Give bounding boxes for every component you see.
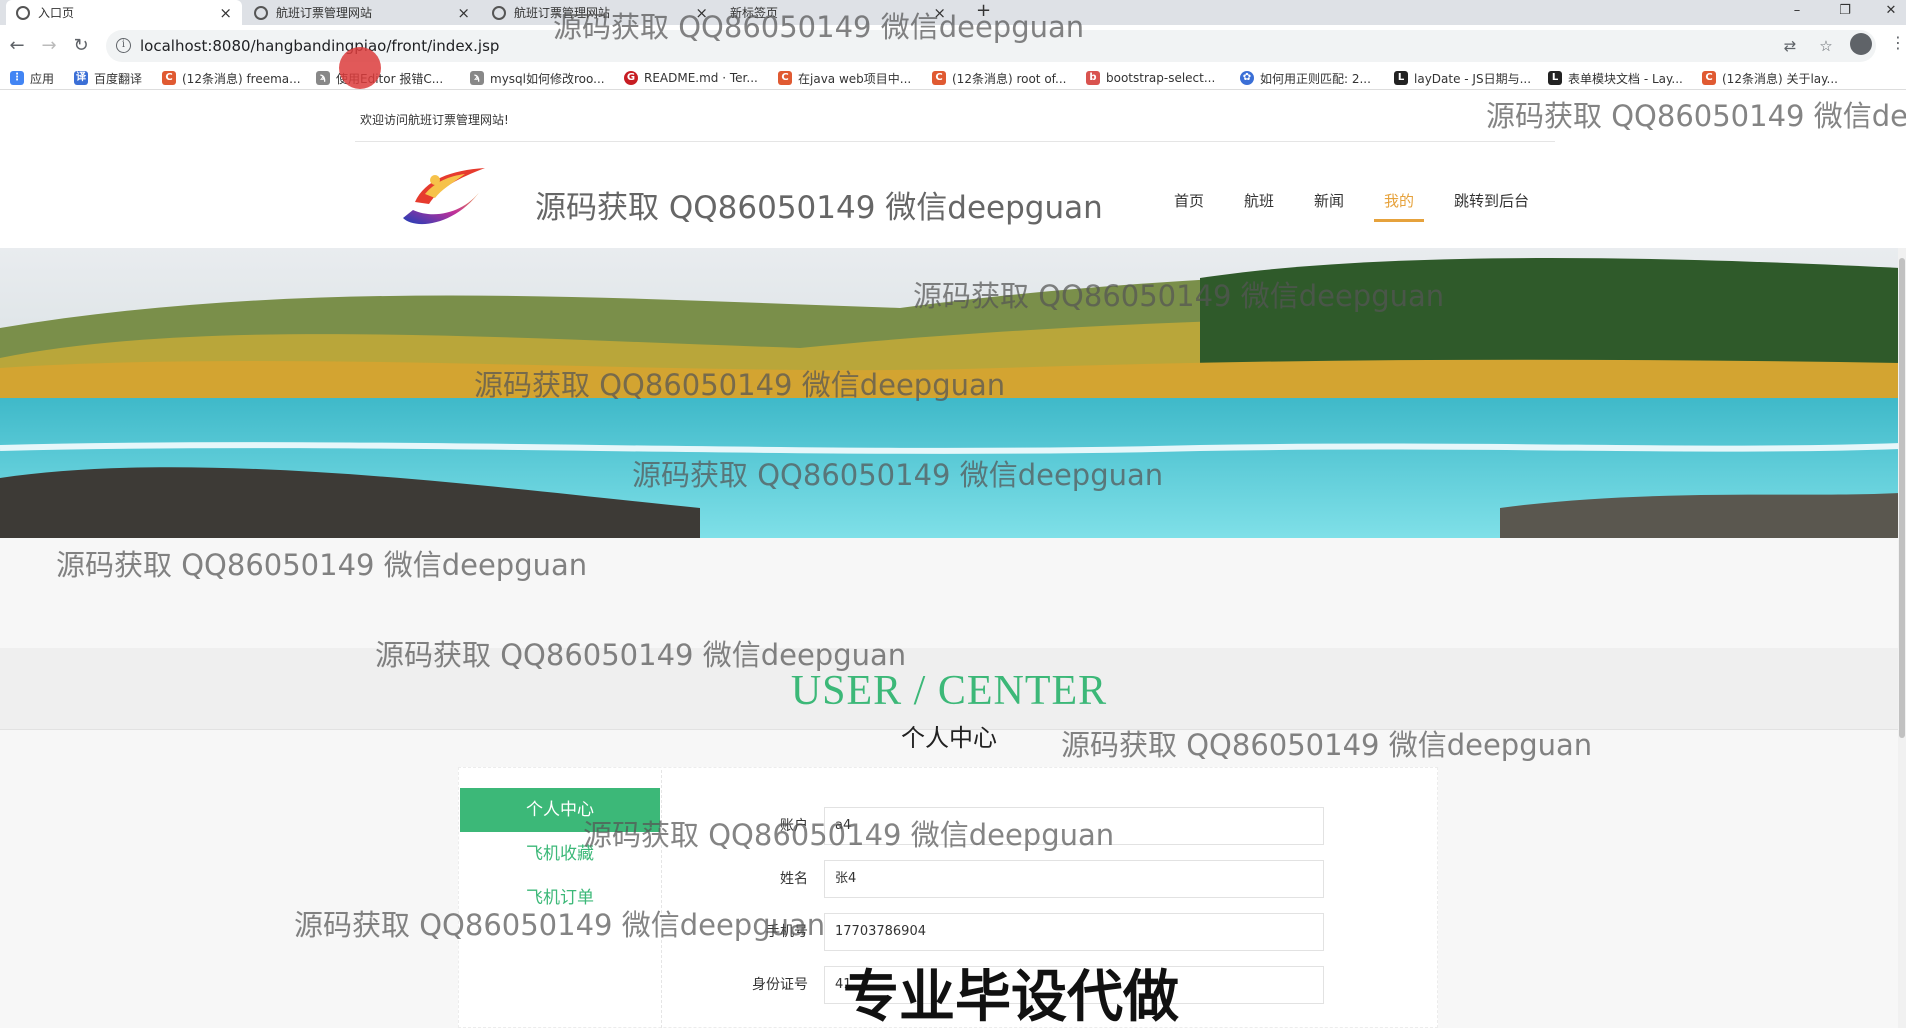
watermark-text: 源码获取 QQ86050149 微信deepguan <box>583 818 1115 852</box>
restore-button[interactable]: ❐ <box>1822 0 1868 25</box>
browser-tab-2[interactable]: 航班订票管理网站 × <box>244 0 480 25</box>
bookmark-item[interactable]: L 表单模块文档 - Lay... <box>1548 67 1683 89</box>
bookmark-item[interactable]: 译 百度翻译 <box>74 67 142 89</box>
bookmark-label: 百度翻译 <box>94 71 143 86</box>
watermark-text: 源码获取 QQ86050149 微信deepguan <box>553 10 1085 44</box>
browser-tab-1[interactable]: 入口页 × <box>6 0 242 25</box>
bootstrap-favicon-icon: b <box>1086 71 1100 85</box>
bookmark-apps[interactable]: ⋮ 应用 <box>10 67 54 89</box>
watermark-text: 源码获取 QQ86050149 微信deepguan <box>294 908 826 942</box>
bookmark-label: README.md · Ter... <box>644 71 758 85</box>
watermark-text: 源码获取 QQ86050149 微信deepguan <box>1061 728 1593 762</box>
close-window-button[interactable]: ✕ <box>1868 0 1906 25</box>
nav-news[interactable]: 新闻 <box>1314 190 1344 211</box>
gear-icon <box>492 5 506 20</box>
page-scrollbar[interactable] <box>1898 248 1906 1028</box>
id-card-label: 身份证号 <box>752 977 808 993</box>
site-title: 源码获取 QQ86050149 微信deepguan <box>535 190 1103 226</box>
nav-home[interactable]: 首页 <box>1174 190 1204 211</box>
bookmark-label: (12条消息) root of... <box>952 71 1067 86</box>
layui-favicon-icon: L <box>1394 71 1408 85</box>
bookmark-label: 表单模块文档 - Lay... <box>1568 71 1683 86</box>
bookmark-item[interactable]: ϡ mysql如何修改roo... <box>470 67 605 89</box>
nav-active-underline <box>1374 219 1424 222</box>
link-favicon-icon: ϡ <box>316 71 330 85</box>
section-title-en: USER / CENTER <box>790 668 1108 714</box>
star-icon[interactable]: ☆ <box>1816 36 1836 56</box>
back-arrow-icon[interactable]: ← <box>4 33 30 59</box>
csdn-favicon-icon: C <box>1702 71 1716 85</box>
forward-arrow-icon[interactable]: → <box>36 33 62 59</box>
nav-admin[interactable]: 跳转到后台 <box>1454 190 1529 211</box>
link-favicon-icon: ϡ <box>470 71 484 85</box>
gitee-favicon-icon: G <box>624 71 638 85</box>
nav-flights[interactable]: 航班 <box>1244 190 1274 211</box>
gear-icon <box>254 5 268 20</box>
close-icon[interactable]: × <box>457 4 470 22</box>
csdn-favicon-icon: C <box>932 71 946 85</box>
watermark-text: 源码获取 QQ86050149 微信deepguan <box>375 638 907 672</box>
bookmark-label: layDate - JS日期与... <box>1414 71 1532 86</box>
watermark-text: 源码获取 QQ86050149 微信deepguan <box>474 368 1006 402</box>
section-title-cn: 个人中心 <box>901 724 997 752</box>
welcome-text: 欢迎访问航班订票管理网站! <box>360 113 509 127</box>
bookmark-label: (12条消息) freema... <box>182 71 301 86</box>
bookmark-label: bootstrap-select... <box>1106 71 1216 85</box>
more-menu-icon[interactable]: ⋮ <box>1890 33 1906 52</box>
baidu-paw-icon: ✿ <box>1240 71 1254 85</box>
bookmark-item[interactable]: C 在java web项目中... <box>778 67 911 89</box>
name-label: 姓名 <box>780 871 808 887</box>
tab-title: 入口页 <box>38 6 75 20</box>
address-url[interactable]: localhost:8080/hangbandingpiao/front/ind… <box>140 30 499 62</box>
translate-favicon-icon: 译 <box>74 71 88 85</box>
name-field[interactable]: 张4 <box>824 860 1324 898</box>
watermark-text: 源码获取 QQ86050149 微信deepguan <box>56 548 588 582</box>
reload-icon[interactable]: ↻ <box>68 33 94 59</box>
globe-icon <box>16 5 30 20</box>
bookmark-item[interactable]: C (12条消息) 关于lay... <box>1702 67 1838 89</box>
bookmark-item[interactable]: L layDate - JS日期与... <box>1394 67 1531 89</box>
scrollbar-thumb[interactable] <box>1899 258 1905 738</box>
csdn-favicon-icon: C <box>778 71 792 85</box>
minimize-button[interactable]: – <box>1774 0 1820 25</box>
bookmark-label: 在java web项目中... <box>798 71 912 86</box>
bookmark-item[interactable]: C (12条消息) freema... <box>162 67 301 89</box>
tab-title: 航班订票管理网站 <box>276 6 373 20</box>
phone-field[interactable]: 17703786904 <box>824 913 1324 951</box>
profile-avatar-icon[interactable] <box>1850 33 1872 55</box>
panel-divider <box>661 770 662 1028</box>
apps-grid-icon: ⋮ <box>10 71 24 85</box>
cursor-highlight <box>339 47 381 89</box>
bookmark-item[interactable]: b bootstrap-select... <box>1086 67 1215 89</box>
bookmark-item[interactable]: ✿ 如何用正则匹配: 2... <box>1240 67 1371 89</box>
bookmark-label: 如何用正则匹配: 2... <box>1260 71 1371 86</box>
watermark-big-text: 专业毕设代做 <box>843 965 1179 1028</box>
watermark-text: 源码获取 QQ86050149 微信deepguan <box>1486 99 1906 133</box>
translate-icon[interactable]: ⇄ <box>1780 36 1800 56</box>
nav-mine[interactable]: 我的 <box>1384 190 1414 211</box>
header-divider <box>355 141 1555 142</box>
layui-favicon-icon: L <box>1548 71 1562 85</box>
bookmarks-bar: ⋮ 应用 译 百度翻译 C (12条消息) freema... ϡ 使用Edit… <box>0 67 1906 90</box>
bookmark-label: mysql如何修改roo... <box>490 71 605 86</box>
bookmark-label: 应用 <box>30 71 55 86</box>
watermark-text: 源码获取 QQ86050149 微信deepguan <box>632 458 1164 492</box>
watermark-text: 源码获取 QQ86050149 微信deepguan <box>913 279 1445 313</box>
csdn-favicon-icon: C <box>162 71 176 85</box>
bookmark-item[interactable]: G README.md · Ter... <box>624 67 758 89</box>
side-menu: 个人中心 飞机收藏 飞机订单 <box>460 788 660 920</box>
bookmark-item[interactable]: C (12条消息) root of... <box>932 67 1066 89</box>
site-logo-icon <box>403 168 485 225</box>
form-row-name: 姓名 张4 <box>700 860 1325 898</box>
bookmark-label: (12条消息) 关于lay... <box>1722 71 1838 86</box>
info-icon[interactable]: i <box>116 38 131 53</box>
close-icon[interactable]: × <box>219 4 232 22</box>
